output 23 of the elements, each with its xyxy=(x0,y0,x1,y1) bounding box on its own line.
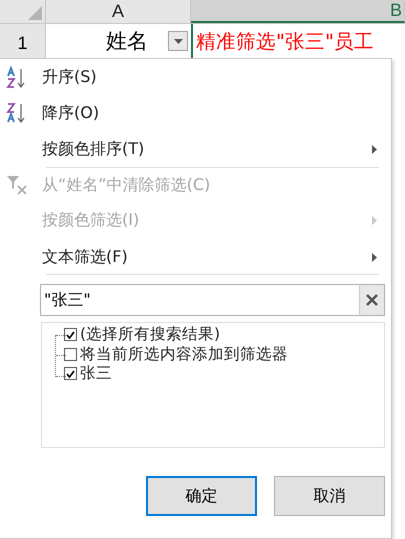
submenu-arrow-icon xyxy=(372,145,377,154)
table-cell: 姓名 xyxy=(46,24,191,58)
dialog-button[interactable]: 确定 xyxy=(146,476,257,516)
clear-search-button[interactable] xyxy=(359,284,385,316)
checkbox[interactable] xyxy=(64,348,77,361)
check-icon xyxy=(66,370,75,378)
value-label[interactable]: 将当前所选内容添加到筛选器 xyxy=(80,344,288,365)
menu-item[interactable]: 降序(O) xyxy=(0,96,391,131)
submenu-arrow-icon xyxy=(372,216,377,226)
caret-icon xyxy=(174,38,182,44)
filter-dropdown-button[interactable] xyxy=(168,31,188,51)
search-field[interactable]: "张三" xyxy=(40,284,359,316)
checkbox[interactable] xyxy=(64,367,77,380)
menu-item[interactable]: 升序(S) xyxy=(0,60,391,96)
close-icon xyxy=(366,294,378,306)
submenu-arrow-icon xyxy=(372,252,377,262)
check-icon xyxy=(66,330,75,339)
row-header[interactable]: 1 xyxy=(0,24,46,58)
column-header[interactable]: B xyxy=(191,0,405,23)
value-label[interactable]: (选择所有搜索结果) xyxy=(80,324,220,346)
value-label[interactable]: 张三 xyxy=(80,363,112,384)
checkbox[interactable] xyxy=(64,328,77,342)
dialog-button[interactable]: 取消 xyxy=(274,476,385,516)
